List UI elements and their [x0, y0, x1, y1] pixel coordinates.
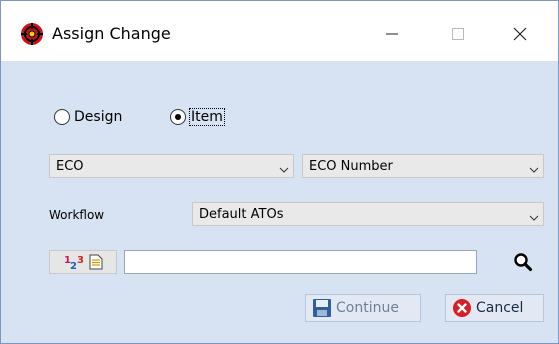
- workflow-select[interactable]: Default ATOs: [192, 202, 544, 226]
- close-button[interactable]: [500, 19, 540, 49]
- window-title: Assign Change: [52, 24, 171, 43]
- document-icon: [89, 254, 102, 270]
- close-icon: [513, 27, 527, 41]
- numbering-icon: 1 2 3: [64, 255, 84, 271]
- cancel-icon: [453, 299, 471, 317]
- change-type-value: ECO: [56, 158, 84, 174]
- minimize-icon: [386, 33, 398, 35]
- numbering-button[interactable]: 1 2 3: [49, 250, 117, 274]
- radio-item-label: Item: [189, 108, 225, 126]
- workflow-label: Workflow: [49, 208, 105, 222]
- chevron-down-icon: [525, 155, 543, 177]
- workflow-value: Default ATOs: [199, 206, 284, 222]
- cancel-button[interactable]: Cancel: [445, 294, 544, 322]
- search-input[interactable]: [124, 250, 477, 274]
- target-icon: [21, 23, 43, 45]
- chevron-down-icon: [275, 155, 293, 177]
- svg-text:2: 2: [70, 261, 77, 271]
- maximize-icon: [452, 28, 464, 40]
- assign-change-dialog: Assign Change Design Item ECO ECO Number…: [0, 0, 559, 344]
- magnifier-icon[interactable]: [513, 252, 533, 272]
- cancel-label: Cancel: [476, 300, 524, 316]
- dialog-body: Design Item ECO ECO Number Workflow Defa…: [1, 61, 558, 343]
- svg-text:3: 3: [77, 255, 84, 266]
- radio-design-label: Design: [74, 109, 123, 125]
- title-bar: Assign Change: [1, 1, 558, 61]
- save-icon: [313, 299, 331, 317]
- radio-item[interactable]: Item: [170, 108, 225, 126]
- number-field-select[interactable]: ECO Number: [302, 154, 544, 178]
- number-field-value: ECO Number: [309, 158, 393, 174]
- continue-label: Continue: [336, 300, 399, 316]
- radio-item-indicator: [170, 109, 186, 125]
- minimize-button[interactable]: [372, 19, 412, 49]
- radio-design[interactable]: Design: [54, 109, 122, 125]
- maximize-button[interactable]: [438, 19, 478, 49]
- radio-design-indicator: [54, 109, 70, 125]
- continue-button[interactable]: Continue: [305, 294, 421, 322]
- change-type-select[interactable]: ECO: [49, 154, 294, 178]
- chevron-down-icon: [525, 203, 543, 225]
